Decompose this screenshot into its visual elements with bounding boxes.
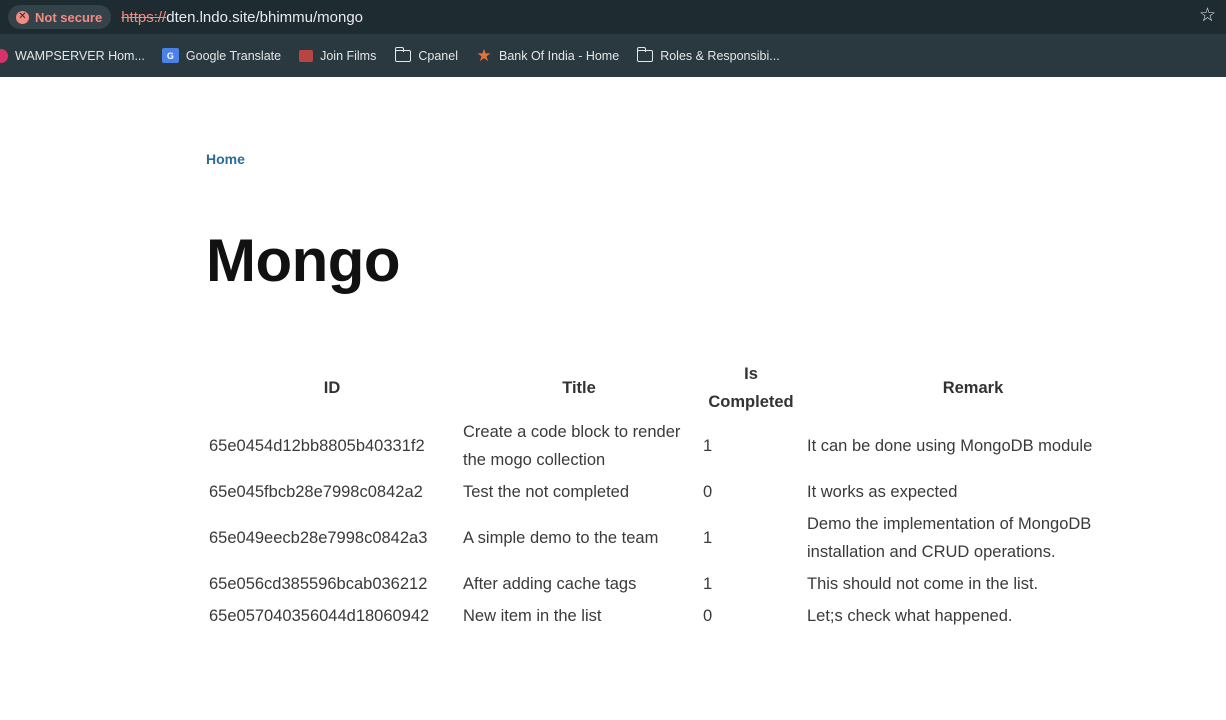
wamp-icon	[0, 48, 8, 63]
cell-id: 65e057040356044d18060942	[209, 607, 430, 625]
bookmark-wampserver[interactable]: WAMPSERVER Hom...	[0, 48, 145, 63]
bookmark-bank-of-india[interactable]: ★ Bank Of India - Home	[476, 45, 620, 65]
url-scheme: https://	[121, 8, 167, 26]
cell-is-completed: 0	[703, 607, 713, 625]
cell-is-completed: 0	[703, 483, 713, 501]
address-bar: ✕ Not secure https://dten.lndo.site/bhim…	[0, 0, 1226, 34]
cell-remark: Let;s check what happened.	[807, 607, 1013, 625]
table-row: 65e045fbcb28e7998c0842a2 Test the not co…	[205, 476, 1143, 508]
mongo-table: ID Title Is Completed Remark 65e0454d12b…	[205, 360, 1143, 632]
table-row: 65e049eecb28e7998c0842a3 A simple demo t…	[205, 508, 1143, 568]
security-chip[interactable]: ✕ Not secure	[8, 5, 112, 29]
cell-remark: Demo the implementation of MongoDB insta…	[807, 515, 1092, 561]
cell-is-completed: 1	[703, 529, 713, 547]
header-is-completed: Is Completed	[708, 365, 794, 411]
bookmark-label: WAMPSERVER Hom...	[15, 48, 145, 63]
bookmark-label: Bank Of India - Home	[498, 48, 620, 63]
page-title: Mongo	[206, 227, 401, 294]
bookmark-label: Join Films	[320, 48, 377, 63]
cell-id: 65e049eecb28e7998c0842a3	[209, 529, 428, 547]
cell-id: 65e045fbcb28e7998c0842a2	[209, 483, 423, 501]
bookmark-cpanel[interactable]: Cpanel	[394, 46, 458, 63]
cell-is-completed: 1	[703, 575, 713, 593]
bookmark-star-icon[interactable]: ☆	[1199, 6, 1216, 26]
table-row: 65e056cd385596bcab036212 After adding ca…	[205, 568, 1143, 600]
header-title: Title	[562, 379, 596, 397]
bookmarks-bar: WAMPSERVER Hom... G Google Translate Joi…	[0, 34, 1226, 77]
cell-is-completed: 1	[703, 437, 713, 455]
cell-title: Test the not completed	[463, 483, 630, 501]
cell-title: Create a code block to render the mogo c…	[463, 423, 681, 469]
bookmark-label: Cpanel	[418, 48, 458, 63]
url-field[interactable]: https://dten.lndo.site/bhimmu/mongo	[121, 9, 363, 26]
header-id: ID	[323, 379, 341, 397]
cell-title: A simple demo to the team	[463, 529, 659, 547]
bookmark-roles[interactable]: Roles & Responsibi...	[636, 46, 780, 63]
cell-remark: It can be done using MongoDB module	[807, 437, 1093, 455]
folder-icon	[394, 46, 412, 62]
cell-title: New item in the list	[463, 607, 602, 625]
cell-remark: This should not come in the list.	[807, 575, 1039, 593]
bookmark-label: Roles & Responsibi...	[660, 48, 780, 63]
cell-id: 65e056cd385596bcab036212	[209, 575, 428, 593]
translate-icon: G	[161, 48, 179, 63]
table-header-row: ID Title Is Completed Remark	[205, 360, 1143, 416]
bookmark-google-translate[interactable]: G Google Translate	[161, 48, 282, 63]
cell-remark: It works as expected	[807, 483, 958, 501]
security-label: Not secure	[35, 9, 103, 25]
bank-icon: ★	[476, 45, 492, 65]
cell-title: After adding cache tags	[463, 575, 637, 593]
header-remark: Remark	[942, 379, 1004, 397]
bookmark-label: Google Translate	[185, 48, 282, 63]
bookmark-join-films[interactable]: Join Films	[299, 49, 376, 63]
cell-id: 65e0454d12bb8805b40331f2	[209, 437, 425, 455]
url-path: dten.lndo.site/bhimmu/mongo	[166, 8, 364, 26]
film-icon	[299, 49, 314, 62]
table-row: 65e057040356044d18060942 New item in the…	[205, 600, 1143, 632]
table-row: 65e0454d12bb8805b40331f2 Create a code b…	[205, 416, 1143, 476]
folder-icon	[636, 46, 654, 62]
breadcrumb-home[interactable]: Home	[206, 151, 245, 167]
not-secure-icon: ✕	[16, 10, 29, 24]
